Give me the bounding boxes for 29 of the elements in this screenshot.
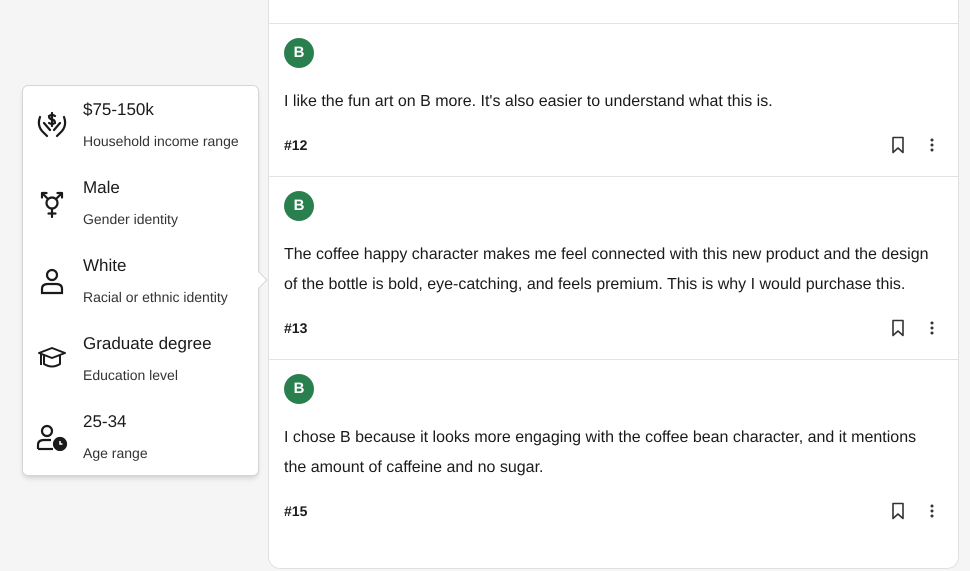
- bookmark-icon[interactable]: [889, 135, 907, 155]
- response-number: #12: [284, 136, 308, 154]
- demographic-value: White: [83, 255, 128, 277]
- response-text: The coffee happy character makes me feel connected with this new product and the design of the bottle is bold, eye-catching, and feels premium. This is why I would purchase this.: [284, 245, 930, 295]
- more-options-icon[interactable]: [929, 137, 935, 153]
- demographic-label: Education level: [83, 366, 179, 385]
- demographic-label: Age range: [83, 444, 148, 463]
- demographic-value: $75-150k: [83, 99, 155, 121]
- choice-avatar: B: [284, 374, 314, 404]
- demographic-label: Gender identity: [83, 210, 178, 229]
- hands-dollar-icon: [35, 111, 69, 139]
- person-icon: [39, 267, 65, 295]
- bookmark-icon[interactable]: [889, 318, 907, 338]
- bookmark-icon[interactable]: [889, 501, 907, 521]
- response-number: #13: [284, 318, 308, 338]
- more-options-icon[interactable]: [929, 503, 935, 519]
- person-clock-icon: [36, 423, 68, 451]
- demographic-value: Graduate degree: [83, 333, 212, 355]
- response-text: I like the fun art on B more. It's also easier to understand what this is.: [284, 92, 774, 112]
- demographic-value: 25-34: [83, 411, 128, 433]
- response-text: I chose B because it looks more engaging with the coffee bean character, and it mentions the amount of caffeine and no sugar.: [284, 428, 918, 478]
- gender-symbol-icon: [38, 189, 66, 219]
- response-number: #15: [284, 502, 308, 520]
- demographic-value: Male: [83, 177, 121, 199]
- choice-avatar: B: [284, 191, 314, 221]
- more-options-icon[interactable]: [929, 320, 935, 336]
- demographic-label: Household income range: [83, 132, 239, 151]
- choice-avatar: B: [284, 38, 314, 68]
- demographic-label: Racial or ethnic identity: [83, 288, 228, 307]
